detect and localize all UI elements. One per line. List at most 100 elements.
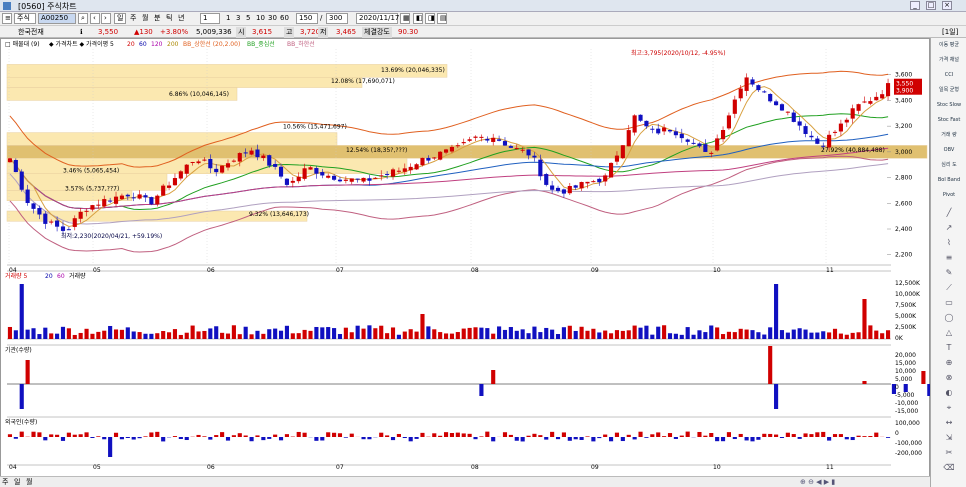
legend-ma60: 60 <box>139 41 147 48</box>
period-month-button[interactable]: 월 <box>142 13 148 24</box>
candle-body <box>302 168 307 179</box>
minimize-button[interactable]: _ <box>910 1 920 10</box>
volume-bar <box>544 327 549 339</box>
total-count-input[interactable]: 300 <box>326 13 348 24</box>
chart-svg[interactable]: 13.69% (20,046,335) 12.08% (17,690,071) 6.… <box>1 39 950 477</box>
period-week-button[interactable]: 주 <box>130 13 136 24</box>
inst-panel-title: 기관(수량) <box>5 346 32 354</box>
drawing-tool-icon[interactable]: ▭ <box>934 299 964 312</box>
prev-icon[interactable]: ‹ <box>90 13 100 24</box>
candle-body <box>803 126 808 134</box>
indicator-tool-9[interactable]: Bol Band <box>934 177 964 189</box>
foreign-bar <box>768 433 773 437</box>
foreign-bar <box>538 435 543 437</box>
window-title-bar: [0560] 주식차트 _ □ × <box>0 0 966 12</box>
indicator-tool-4[interactable]: Stoc Slow <box>934 102 964 114</box>
foreign-bar <box>532 433 537 437</box>
toolbar-tool-icon-3[interactable]: ▤ <box>437 13 447 24</box>
candle-body <box>650 128 655 130</box>
indicator-tool-3[interactable]: 일목 균형 <box>934 87 964 99</box>
drawing-tool-icon[interactable]: T <box>934 344 964 357</box>
drawing-tool-icon[interactable]: ⟋ <box>934 284 964 297</box>
volume-bar <box>349 332 354 339</box>
next-icon[interactable]: › <box>101 13 111 24</box>
drawing-tool-icon[interactable]: ✂ <box>934 449 964 462</box>
bottom-tab-week[interactable]: 주 <box>2 477 8 487</box>
minute-input[interactable]: 1 <box>200 13 220 24</box>
min-5[interactable]: 5 <box>246 13 250 24</box>
indicator-tool-1[interactable]: 가격 채널 <box>934 57 964 69</box>
indicator-tool-0[interactable]: 이동 평균 <box>934 42 964 54</box>
drawing-tool-icon[interactable]: ⊗ <box>934 374 964 387</box>
search-icon[interactable]: ⌕ <box>78 13 88 24</box>
volume-bar <box>732 332 737 339</box>
view-count-input[interactable]: 150 <box>296 13 318 24</box>
indicator-tool-10[interactable]: Pivot <box>934 192 964 204</box>
candle-body <box>367 178 372 181</box>
info-icon[interactable]: ℹ <box>80 27 83 38</box>
volume-bar <box>667 333 673 339</box>
drawing-tool-icon[interactable]: △ <box>934 329 964 342</box>
close-button[interactable]: × <box>942 1 952 10</box>
candle-body <box>72 218 77 227</box>
drawing-tool-icon[interactable]: ⇲ <box>934 434 964 447</box>
foreign-bar <box>750 437 755 442</box>
foreign-bar <box>756 437 761 440</box>
maximize-button[interactable]: □ <box>926 1 936 10</box>
toolbar-tool-icon-2[interactable]: ◨ <box>425 13 435 24</box>
candle-body <box>532 155 537 158</box>
indicator-tool-8[interactable]: 심리 도 <box>934 162 964 174</box>
foreign-bar <box>809 434 814 437</box>
candle-body <box>355 178 360 180</box>
foreign-bar <box>337 433 343 437</box>
drawing-tool-icon[interactable]: ✎ <box>934 269 964 282</box>
candle-body <box>862 101 867 103</box>
indicator-tool-7[interactable]: OBV <box>934 147 964 159</box>
volume-bar <box>367 325 372 339</box>
drawing-tool-icon[interactable]: ≡ <box>934 254 964 267</box>
drawing-tool-icon[interactable]: ◯ <box>934 314 964 327</box>
period-minute-button[interactable]: 분 <box>154 13 160 24</box>
current-price: 3,550 <box>98 28 119 36</box>
zoom-controls-icon[interactable]: ⊕ ⊖ ◀ ▶ ▮ <box>800 477 835 487</box>
min-30[interactable]: 30 <box>268 13 277 24</box>
drawing-tool-icon[interactable]: ⌇ <box>934 239 964 252</box>
drawing-tool-icon[interactable]: ⌖ <box>934 404 964 417</box>
bottom-tab-day[interactable]: 일 <box>14 477 20 487</box>
stock-code-input[interactable]: A00250 <box>38 13 76 24</box>
volume-bar <box>874 330 879 339</box>
chart-area[interactable]: 13.69% (20,046,335) 12.08% (17,690,071) 6.… <box>0 38 950 487</box>
volume-bar <box>850 332 855 339</box>
inst-bar <box>25 360 30 384</box>
drawing-tool-icon[interactable]: ╱ <box>934 209 964 222</box>
candle-body <box>119 195 124 200</box>
candle-body <box>255 149 260 158</box>
indicator-tool-5[interactable]: Stoc Fast <box>934 117 964 129</box>
min-60[interactable]: 60 <box>280 13 289 24</box>
period-day-button[interactable]: 일 <box>114 13 126 24</box>
drawing-tool-icon[interactable]: ◐ <box>934 389 964 402</box>
market-select[interactable]: 주식 <box>14 13 36 24</box>
volume-bar <box>791 329 796 339</box>
period-tick-button[interactable]: 틱 <box>166 13 172 24</box>
drawing-tool-icon[interactable]: ↗ <box>934 224 964 237</box>
candle-body <box>290 180 295 183</box>
drawing-tool-icon[interactable]: ↔ <box>934 419 964 432</box>
volume-bar <box>809 332 814 339</box>
min-3[interactable]: 3 <box>236 13 240 24</box>
indicator-tool-6[interactable]: 거래 량 <box>934 132 964 144</box>
toolbar-tool-icon-1[interactable]: ◧ <box>413 13 423 24</box>
drawing-tool-icon[interactable]: ⌫ <box>934 464 964 477</box>
date-input[interactable]: 2020/11/17 <box>356 13 399 24</box>
foreign-bar <box>90 437 95 439</box>
foreign-bar <box>361 437 366 440</box>
min-1[interactable]: 1 <box>226 13 230 24</box>
indicator-tool-2[interactable]: CCI <box>934 72 964 84</box>
drawing-tool-icon[interactable]: ⊕ <box>934 359 964 372</box>
calendar-icon[interactable]: ▦ <box>400 13 410 24</box>
foreign-bar <box>667 433 673 437</box>
min-10[interactable]: 10 <box>256 13 265 24</box>
bottom-tab-month[interactable]: 월 <box>26 477 32 487</box>
period-year-button[interactable]: 년 <box>178 13 184 24</box>
menu-icon[interactable]: ≡ <box>2 13 12 24</box>
